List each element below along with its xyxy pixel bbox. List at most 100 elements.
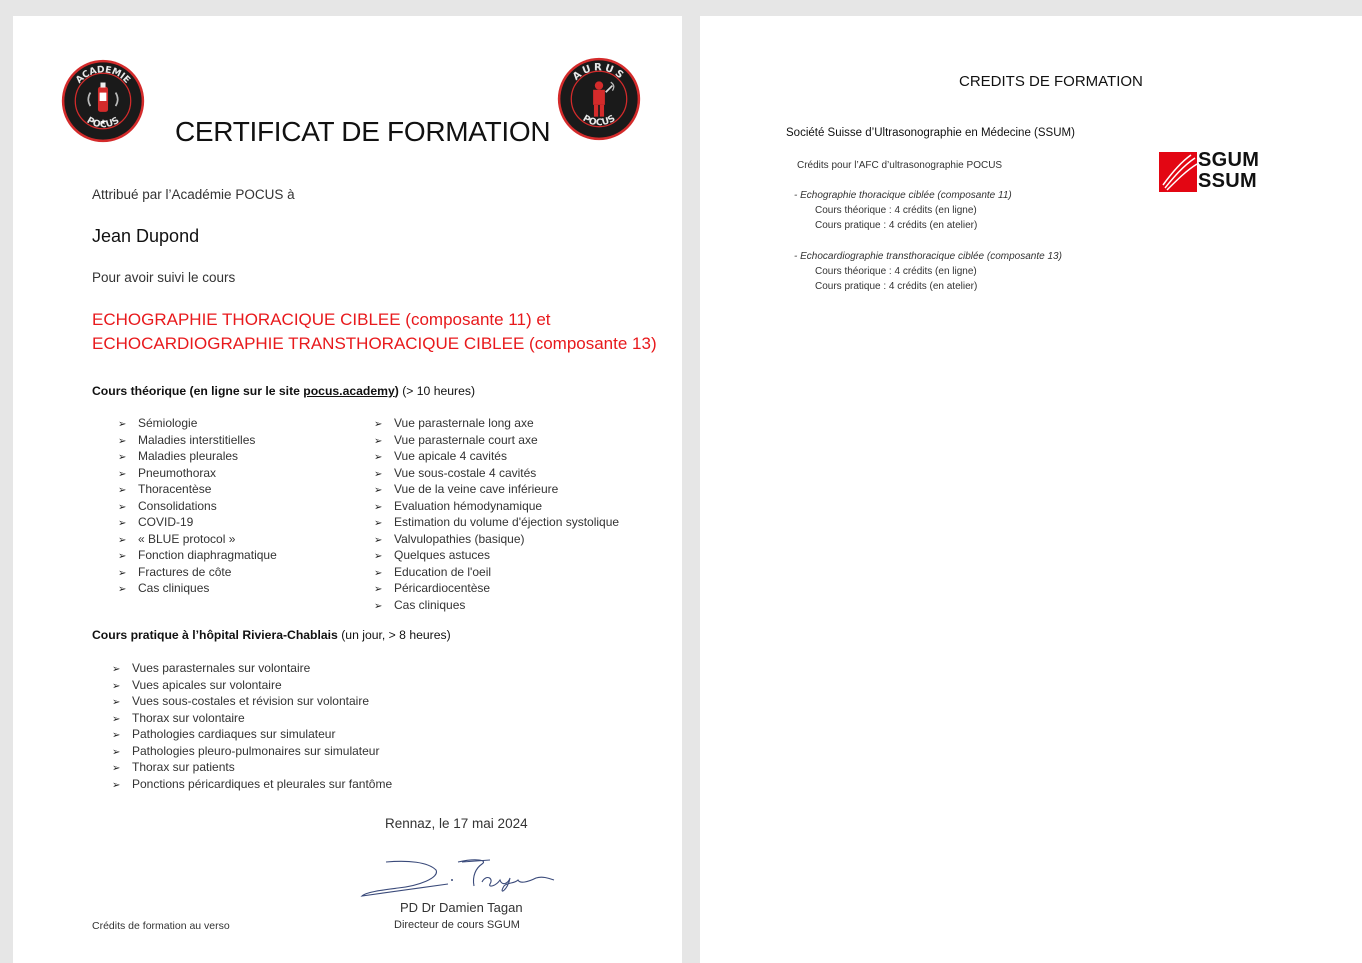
list-item-text: Vue parasternale court axe: [394, 432, 538, 447]
list-item-text: Fractures de côte: [138, 564, 232, 579]
list-item: ➢ Vues parasternales sur volontaire: [112, 660, 392, 677]
sgum-wordmark: SGUM SSUM: [1198, 150, 1259, 192]
sgum-mark-icon: [1159, 152, 1197, 192]
list-item: ➢ Vue apicale 4 cavités: [374, 448, 619, 465]
list-item: ➢ Sémiologie: [118, 415, 277, 432]
list-item-text: Maladies pleurales: [138, 449, 239, 463]
list-item-text: Thorax sur volontaire: [132, 710, 245, 725]
sgum-text: SGUM: [1198, 149, 1260, 171]
credits-title: CREDITS DE FORMATION: [959, 73, 1143, 90]
list-item-text: Thorax sur patients: [132, 760, 235, 774]
practice-heading-bold: Cours pratique à l’hôpital Riviera-Chabl…: [92, 628, 338, 642]
list-item: ➢ Pathologies pleuro-pulmonaires sur simu…: [112, 743, 392, 760]
block2-practice: Cours pratique : 4 crédits (en atelier): [815, 281, 978, 292]
list-item-text: Quelques astuces: [394, 548, 491, 562]
academie-pocus-logo: ACADEMIE POCUS ★: [61, 59, 145, 143]
list-item-text: « BLUE protocol »: [138, 531, 236, 546]
list-item: ➢ Vue parasternale court axe: [374, 432, 619, 449]
list-item-text: Vue de la veine cave inférieure: [394, 482, 559, 496]
practice-list: ➢ Vues parasternales sur volontaire ➢ Vues …: [112, 660, 392, 792]
signer-role: Directeur de cours SGUM: [394, 919, 520, 931]
theory-list-lung: ➢ Sémiologie ➢ Maladies interstitielles ➢ Mal…: [118, 415, 277, 597]
list-item: ➢ Fonction diaphragmatique: [118, 547, 277, 564]
certificate-title: CERTIFICAT DE FORMATION: [175, 116, 551, 147]
list-item-text: Pathologies pleuro-pulmonaires sur simul…: [132, 743, 380, 758]
list-item: ➢ Thorax sur volontaire: [112, 710, 392, 727]
list-item-text: Ponctions péricardiques et pleurales sur…: [132, 776, 393, 791]
list-item: ➢ Péricardiocentèse: [374, 580, 619, 597]
list-item-text: Evaluation hémodynamique: [394, 498, 543, 513]
course-title: ECHOGRAPHIE THORACIQUE CIBLEE (composant…: [92, 308, 657, 356]
list-item: ➢ Education de l'oeil: [374, 564, 619, 581]
list-item-text: Sémiologie: [138, 416, 198, 430]
list-item-text: Vue sous-costale 4 cavités: [394, 465, 537, 480]
course-title-line1: ECHOGRAPHIE THORACIQUE CIBLEE (composant…: [92, 310, 551, 329]
list-item: ➢ Vues apicales sur volontaire: [112, 677, 392, 694]
list-item: ➢ Estimation du volume d'éjection systoli…: [374, 514, 619, 531]
list-item: ➢ Pathologies cardiaques sur simulateur: [112, 726, 392, 743]
block2-title: - Echocardiographie transthoracique cibl…: [794, 251, 1062, 262]
bullet-arrow-icon: ➢: [118, 584, 127, 595]
course-title-line2: ECHOCARDIOGRAPHIE TRANSTHORACIQUE CIBLEE…: [92, 334, 657, 353]
list-item: ➢ Consolidations: [118, 498, 277, 515]
list-item: ➢ COVID-19: [118, 514, 277, 531]
list-item: ➢ Cas cliniques: [118, 580, 277, 597]
theory-heading-bold: Cours théorique (en ligne sur le site: [92, 384, 304, 398]
list-item-text: Vues sous-costales et révision sur volon…: [132, 694, 369, 708]
list-item-text: Estimation du volume d'éjection systoliq…: [394, 515, 620, 529]
society-name: Société Suisse d’Ultrasonographie en Méd…: [786, 127, 1075, 139]
list-item: ➢ Vue de la veine cave inférieure: [374, 481, 619, 498]
list-item-text: Péricardiocentèse: [394, 581, 491, 595]
list-item: ➢ Vue parasternale long axe: [374, 415, 619, 432]
recipient-name: Jean Dupond: [92, 226, 200, 246]
list-item-text: Maladies interstitielles: [138, 432, 256, 447]
list-item: ➢ Vue sous-costale 4 cavités: [374, 465, 619, 482]
credits-page: CREDITS DE FORMATION Société Suisse d’Ul…: [700, 16, 1362, 963]
ssum-text: SSUM: [1198, 170, 1257, 192]
list-item-text: Pneumothorax: [138, 465, 217, 480]
list-item: ➢ Thorax sur patients: [112, 759, 392, 776]
practice-heading-duration: (un jour, > 8 heures): [337, 628, 451, 642]
list-item-text: Thoracentèse: [138, 482, 212, 496]
list-item: ➢ Cas cliniques: [374, 597, 619, 614]
list-item: ➢ Fractures de côte: [118, 564, 277, 581]
credits-intro: Crédits pour l’AFC d’ultrasonographie PO…: [797, 160, 1003, 171]
list-item-text: Fonction diaphragmatique: [138, 548, 277, 562]
list-item-text: Consolidations: [138, 498, 217, 513]
list-item: ➢ Thoracentèse: [118, 481, 277, 498]
block2-theory: Cours théorique : 4 crédits (en ligne): [815, 266, 977, 277]
list-item: ➢ Maladies interstitielles: [118, 432, 277, 449]
list-item-text: Education de l'oeil: [394, 564, 492, 579]
sgum-logo: SGUM SSUM: [1159, 150, 1269, 194]
aurus-pocus-logo: AURUS POCUS: [557, 57, 641, 141]
list-item-text: Vue apicale 4 cavités: [394, 449, 507, 463]
theory-list-cardiac: ➢ Vue parasternale long axe ➢ Vue parastern…: [374, 415, 619, 613]
list-item: ➢ Ponctions péricardiques et pleurales su…: [112, 776, 392, 793]
list-item: ➢ Valvulopathies (basique): [374, 531, 619, 548]
list-item-text: Pathologies cardiaques sur simulateur: [132, 727, 336, 741]
list-item: ➢ Vues sous-costales et révision sur volo…: [112, 693, 392, 710]
svg-text:★: ★: [100, 118, 107, 127]
attribution-text: Attribué par l’Académie POCUS à: [92, 187, 295, 202]
verso-note: Crédits de formation au verso: [92, 920, 230, 932]
list-item: ➢ « BLUE protocol »: [118, 531, 277, 548]
list-item-text: Cas cliniques: [394, 597, 466, 612]
certificate-page: ACADEMIE POCUS ★ CERTIFICAT DE FORMATION…: [13, 16, 682, 963]
signer-name: PD Dr Damien Tagan: [400, 900, 523, 915]
pocus-academy-link[interactable]: pocus.academy: [303, 384, 394, 398]
list-item-text: Vues parasternales sur volontaire: [132, 661, 311, 675]
followed-course-text: Pour avoir suivi le cours: [92, 270, 236, 285]
list-item-text: Valvulopathies (basique): [394, 531, 525, 546]
bullet-arrow-icon: ➢: [374, 600, 383, 612]
list-item-text: Vues apicales sur volontaire: [132, 677, 282, 692]
place-date: Rennaz, le 17 mai 2024: [385, 816, 528, 831]
theory-heading: Cours théorique (en ligne sur le site po…: [92, 384, 475, 398]
block1-theory: Cours théorique : 4 crédits (en ligne): [815, 205, 977, 216]
block1-title: - Echographie thoracique ciblée (composa…: [794, 190, 1012, 201]
signature: [360, 859, 555, 897]
list-item-text: COVID-19: [138, 515, 194, 529]
list-item: ➢ Maladies pleurales: [118, 448, 277, 465]
block1-practice: Cours pratique : 4 crédits (en atelier): [815, 220, 978, 231]
practice-heading: Cours pratique à l’hôpital Riviera-Chabl…: [92, 628, 451, 642]
list-item: ➢ Evaluation hémodynamique: [374, 498, 619, 515]
